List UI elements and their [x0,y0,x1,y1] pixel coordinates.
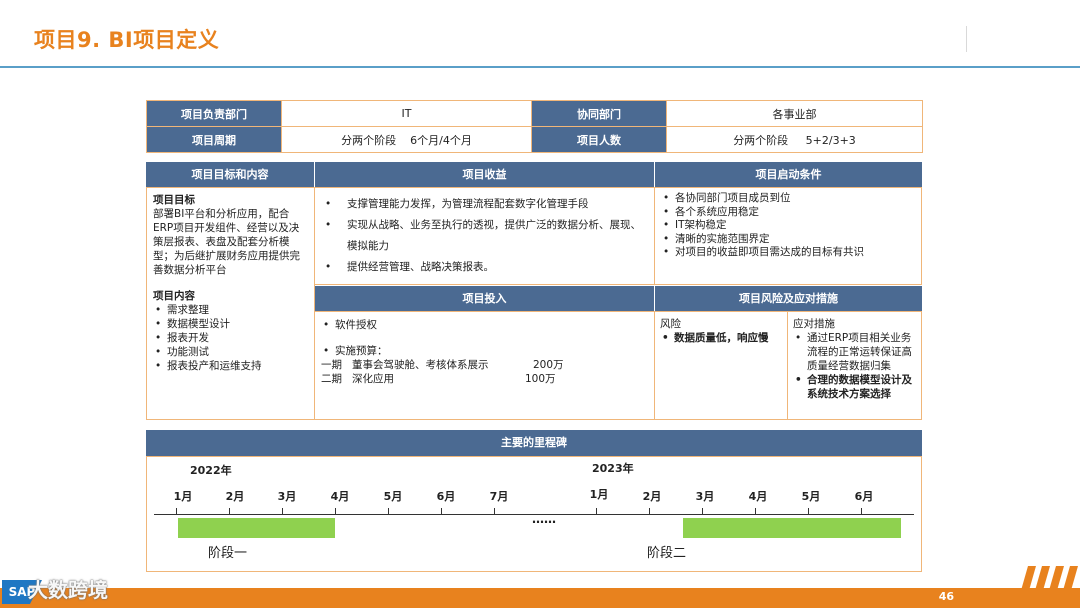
month-label: 4月 [330,490,350,503]
collab-label: 协同部门 [531,100,667,127]
benefits-list: 支撑管理能力发挥，为管理流程配套数字化管理手段 实现从战略、业务至执行的透视，提… [323,194,646,278]
info-row-1: 项目负责部门 IT 协同部门 各事业部 [146,100,923,127]
content-list: 需求整理 数据模型设计 报表开发 功能测试 报表投产和运维支持 [153,303,308,373]
tick [702,508,703,515]
staff-label: 项目人数 [531,126,667,153]
list-item: IT架构稳定 [661,219,915,233]
list-item: 对项目的收益即项目需达成的目标有共识 [661,246,915,260]
milestones-header: 主要的里程碑 [146,430,922,456]
tick [176,508,177,515]
list-item: 实现从战略、业务至执行的透视，提供广泛的数据分析、展现、模拟能力 [323,215,646,257]
month-label: 2月 [225,490,245,503]
period-value: 分两个阶段 6个月/4个月 [281,126,532,153]
tick [755,508,756,515]
staff-value: 分两个阶段 5+2/3+3 [666,126,923,153]
list-item: 实施预算： [321,344,648,358]
measures-panel: 应对措施 通过ERP项目相关业务流程的正常运转保证高质量经营数据归集 合理的数据… [787,311,922,420]
risk-list: 数据质量低，响应慢 [660,331,782,345]
month-label: 3月 [277,490,297,503]
dept-label: 项目负责部门 [146,100,282,127]
list-item: 支撑管理能力发挥，为管理流程配套数字化管理手段 [323,194,646,215]
month-label: 6月 [854,490,874,503]
period-label: 项目周期 [146,126,282,153]
tick [649,508,650,515]
budget-row-1: 一期 董事会驾驶舱、考核体系展示 200万 [321,358,648,372]
risk-header: 项目风险及应对措施 [655,286,922,311]
tick [441,508,442,515]
tick [335,508,336,515]
month-label: 7月 [489,490,509,503]
content-title: 项目内容 [153,290,195,302]
tick [282,508,283,515]
month-label: 2月 [642,490,662,503]
stripes-decoration [1016,566,1078,608]
startup-list: 各协同部门项目成员到位 各个系统应用稳定 IT架构稳定 清晰的实施范围界定 对项… [661,192,915,260]
list-item: 各个系统应用稳定 [661,206,915,220]
tick [861,508,862,515]
list-item: 提供经营管理、战略决策报表。 [323,257,646,278]
risk-title: 风险 [660,318,681,330]
page-number: 46 [938,590,954,603]
tick [494,508,495,515]
month-label: 4月 [748,490,768,503]
goals-header: 项目目标和内容 [146,162,314,187]
info-row-2: 项目周期 分两个阶段 6个月/4个月 项目人数 分两个阶段 5+2/3+3 [146,126,923,153]
benefits-panel: 支撑管理能力发挥，为管理流程配套数字化管理手段 实现从战略、业务至执行的透视，提… [314,187,655,285]
list-item: 需求整理 [153,303,308,317]
investment-panel: 软件授权 实施预算： 一期 董事会驾驶舱、考核体系展示 200万 二期 深化应用… [314,311,655,420]
list-item: 功能测试 [153,345,308,359]
month-label: 6月 [436,490,456,503]
collab-value: 各事业部 [666,100,923,127]
investment-list: 软件授权 实施预算： [321,318,648,358]
month-label: 1月 [589,488,609,501]
list-item: 报表投产和运维支持 [153,359,308,373]
info-table: 项目负责部门 IT 协同部门 各事业部 项目周期 分两个阶段 6个月/4个月 项… [146,100,923,153]
risk-panel: 风险 数据质量低，响应慢 [654,311,788,420]
dept-value: IT [281,100,532,127]
list-item: 通过ERP项目相关业务流程的正常运转保证高质量经营数据归集 [793,331,916,373]
startup-header: 项目启动条件 [655,162,922,187]
investment-header: 项目投入 [315,286,654,311]
footer-bar [0,588,1080,608]
title-rule [0,66,1080,68]
phase2-bar [683,518,901,538]
page-title: 项目9. BI项目定义 [34,28,220,52]
goal-text: 部署BI平台和分析应用，配合ERP项目开发组件、经营以及决策层报表、表盘及配套分… [153,208,300,276]
list-item: 数据模型设计 [153,317,308,331]
list-item: 报表开发 [153,331,308,345]
phase2-label: 二期 深化应用 [321,373,395,385]
list-item: 清晰的实施范围界定 [661,233,915,247]
phase1-amount: 200万 [533,359,564,371]
phase1-label: 阶段一 [208,546,248,561]
goals-panel: 项目目标 部署BI平台和分析应用，配合ERP项目开发组件、经营以及决策层报表、表… [146,187,315,420]
startup-panel: 各协同部门项目成员到位 各个系统应用稳定 IT架构稳定 清晰的实施范围界定 对项… [654,187,922,285]
year-2022: 2022年 [190,464,232,477]
watermark: 大数跨境 [28,578,108,602]
goal-title: 项目目标 [153,194,195,206]
year-2023: 2023年 [592,462,634,475]
phase2-amount: 100万 [525,373,556,385]
month-label: 1月 [173,490,193,503]
month-label: 5月 [801,490,821,503]
benefits-header: 项目收益 [315,162,654,187]
list-item: 合理的数据模型设计及系统技术方案选择 [793,373,916,401]
phase1-bar [178,518,335,538]
measures-list: 通过ERP项目相关业务流程的正常运转保证高质量经营数据归集 合理的数据模型设计及… [793,331,916,401]
timeline-ellipsis: …… [532,512,556,526]
measures-title: 应对措施 [793,318,835,330]
list-item: 各协同部门项目成员到位 [661,192,915,206]
month-label: 3月 [695,490,715,503]
budget-row-2: 二期 深化应用 100万 [321,372,648,386]
list-item: 软件授权 [321,318,648,332]
tick [808,508,809,515]
tick [388,508,389,515]
tick [229,508,230,515]
phase2-label: 阶段二 [647,546,687,561]
tick [596,508,597,515]
title-divider [966,26,967,52]
list-item: 数据质量低，响应慢 [660,331,782,345]
month-label: 5月 [383,490,403,503]
phase1-label: 一期 董事会驾驶舱、考核体系展示 [321,359,489,371]
